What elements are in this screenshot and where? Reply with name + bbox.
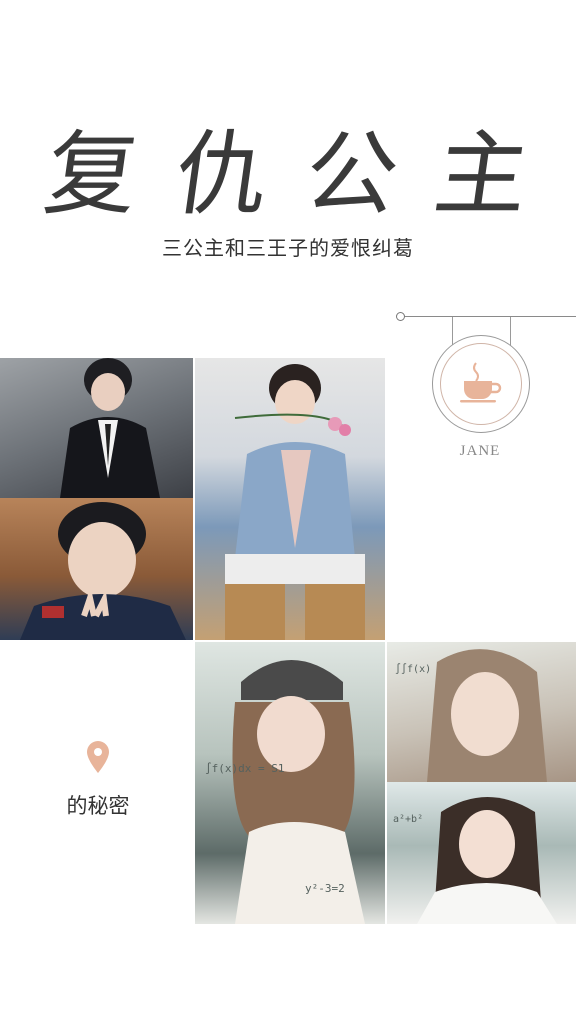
svg-text:a²+b²: a²+b²	[393, 814, 423, 825]
photo-boy-denim	[195, 358, 385, 640]
cover-title: 复仇公主	[38, 121, 574, 228]
svg-text:∫∫f(x): ∫∫f(x)	[395, 663, 431, 675]
hang-line	[400, 316, 576, 317]
svg-text:∫f(x)dx = S1: ∫f(x)dx = S1	[205, 762, 284, 775]
photo-girl-beanie: ∫f(x)dx = S1 y²-3=2	[195, 642, 385, 924]
hang-string-right	[510, 317, 511, 347]
map-pin-icon	[86, 740, 110, 778]
coffee-cup-icon	[456, 359, 506, 409]
coffee-badge	[432, 335, 530, 433]
location-text: 的秘密	[66, 794, 130, 818]
photo-girl-white: a²+b²	[387, 782, 576, 924]
photo-boy-uniform	[0, 498, 193, 640]
cover-subtitle: 三公主和三王子的爱恨纠葛	[162, 236, 414, 260]
svg-text:y²-3=2: y²-3=2	[305, 882, 345, 895]
author-name: JANE	[459, 443, 501, 459]
hang-dot	[396, 312, 405, 321]
photo-girl-closeup: ∫∫f(x)	[387, 642, 576, 782]
photo-boy-suit	[0, 358, 193, 498]
